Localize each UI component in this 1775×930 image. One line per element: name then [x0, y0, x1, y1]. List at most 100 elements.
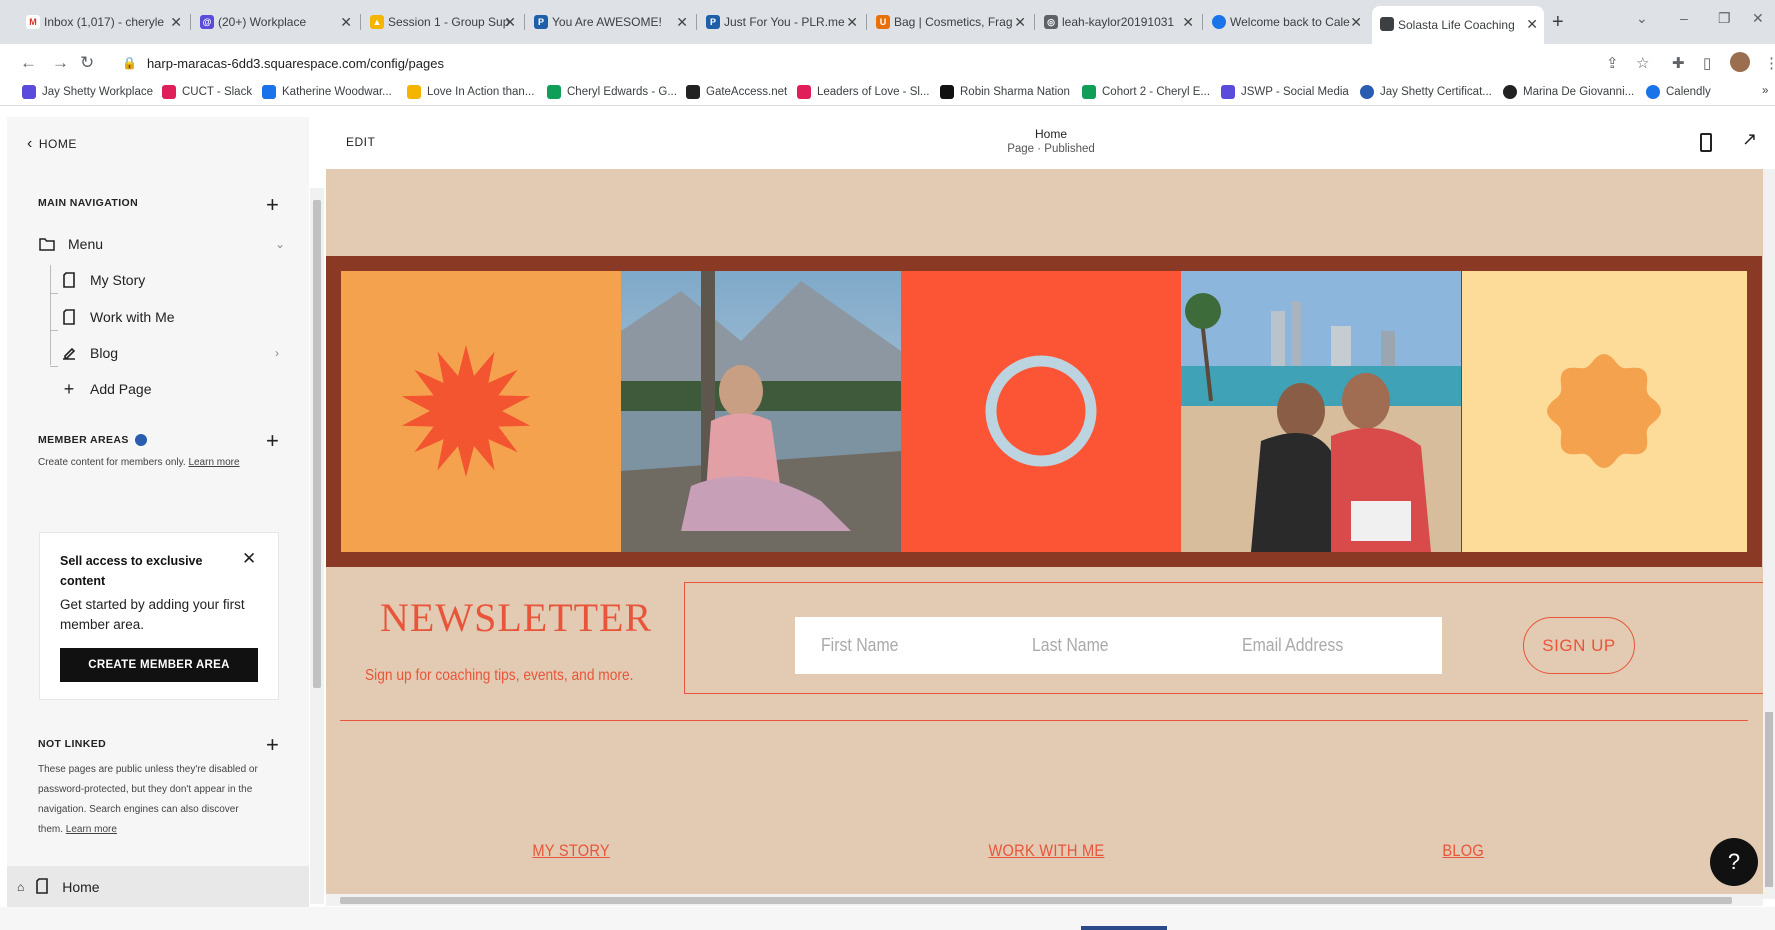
preview-vertical-scrollbar[interactable] — [1763, 169, 1775, 899]
bookmark[interactable]: Calendly — [1646, 85, 1711, 99]
bookmark-label: Cheryl Edwards - G... — [567, 86, 677, 98]
scroll-thumb[interactable] — [1765, 712, 1773, 887]
scroll-thumb[interactable] — [313, 200, 321, 688]
nav-folder-label: Menu — [68, 236, 104, 252]
home-back-link[interactable]: ‹ HOME — [27, 135, 77, 153]
tab-session[interactable]: ▲ Session 1 - Group Sup ✕ — [362, 8, 522, 36]
bookmark[interactable]: GateAccess.net — [686, 85, 787, 99]
browser-toolbar: ← → ↻ 🔒 harp-maracas-6dd3.squarespace.co… — [0, 44, 1775, 82]
member-upsell-card: Sell access to exclusive content ✕ Get s… — [39, 532, 279, 700]
back-icon[interactable]: ← — [20, 53, 37, 73]
bookmark[interactable]: JSWP - Social Media — [1221, 85, 1349, 99]
extensions-icon[interactable]: ✚ — [1672, 54, 1685, 72]
bookmark[interactable]: Marina De Giovanni... — [1503, 85, 1634, 99]
profile-avatar[interactable] — [1730, 52, 1750, 72]
member-areas-info-icon[interactable] — [134, 434, 147, 447]
reload-icon[interactable]: ↻ — [80, 53, 94, 73]
mobile-preview-icon[interactable] — [1700, 133, 1712, 152]
sign-up-button[interactable]: SIGN UP — [1523, 617, 1635, 674]
close-icon[interactable]: ✕ — [846, 14, 858, 31]
not-linked-line: These pages are public unless they're di… — [38, 764, 258, 775]
close-icon[interactable]: ✕ — [1350, 14, 1362, 31]
tab-leah[interactable]: ◎ leah-kaylor20191031 ✕ — [1036, 8, 1200, 36]
bookmark[interactable]: Katherine Woodwar... — [262, 85, 392, 99]
star-icon[interactable]: ☆ — [1636, 54, 1649, 72]
close-icon[interactable]: ✕ — [242, 549, 256, 569]
tab-calendly[interactable]: Welcome back to Cale ✕ — [1204, 8, 1368, 36]
bookmarks-overflow[interactable]: » — [1762, 85, 1768, 97]
new-tab-icon[interactable]: + — [1552, 11, 1564, 34]
tab-plr[interactable]: P Just For You - PLR.me ✕ — [698, 8, 864, 36]
close-icon[interactable]: ✕ — [1182, 14, 1194, 31]
bookmark[interactable]: Cohort 2 - Cheryl E... — [1082, 85, 1210, 99]
workplace-icon — [1221, 85, 1235, 99]
tab-solasta[interactable]: Solasta Life Coaching ✕ — [1372, 6, 1544, 44]
create-member-area-button[interactable]: CREATE MEMBER AREA — [60, 648, 258, 682]
close-icon[interactable]: ✕ — [170, 14, 182, 31]
nav-page-my-story[interactable]: My Story — [60, 271, 145, 289]
footer-link-blog[interactable]: BLOG — [1442, 841, 1484, 861]
close-icon[interactable]: ✕ — [340, 14, 352, 31]
chevron-down-icon[interactable]: ⌄ — [275, 237, 285, 251]
panel-scrollbar[interactable] — [310, 188, 324, 904]
learn-more-link[interactable]: Learn more — [66, 824, 117, 835]
add-member-area-icon[interactable]: + — [266, 430, 279, 452]
last-name-field[interactable]: Last Name — [1006, 617, 1232, 674]
newsletter-subtitle: Sign up for coaching tips, events, and m… — [365, 667, 634, 684]
bookmark[interactable]: Robin Sharma Nation — [940, 85, 1070, 99]
side-panel-icon[interactable]: ▯ — [1703, 54, 1711, 72]
bookmark[interactable]: Jay Shetty Workplace — [22, 85, 153, 99]
share-icon[interactable]: ⇪ — [1606, 54, 1619, 72]
browser-tab-strip: M Inbox (1,017) - cheryle ✕ @ (20+) Work… — [0, 0, 1775, 44]
preview-horizontal-scrollbar[interactable] — [326, 894, 1763, 906]
bookmark-label: Leaders of Love - Sl... — [817, 86, 930, 98]
home-icon: ⌂ — [17, 880, 25, 894]
nav-page-work-with-me[interactable]: Work with Me — [60, 308, 175, 326]
footer-link-work-with-me[interactable]: WORK WITH ME — [988, 841, 1104, 861]
member-areas-desc: Create content for members only. Learn m… — [38, 453, 240, 473]
tab-bag[interactable]: U Bag | Cosmetics, Frag ✕ — [868, 8, 1032, 36]
address-bar[interactable]: 🔒 harp-maracas-6dd3.squarespace.com/conf… — [122, 49, 1642, 77]
close-window-icon[interactable]: ✕ — [1752, 10, 1764, 27]
add-not-linked-icon[interactable]: + — [266, 734, 279, 756]
tab-search-icon[interactable]: ⌄ — [1636, 10, 1648, 27]
learn-more-link[interactable]: Learn more — [188, 457, 239, 468]
close-icon[interactable]: ✕ — [676, 14, 688, 31]
add-main-nav-icon[interactable]: + — [266, 194, 279, 216]
bookmark[interactable]: Cheryl Edwards - G... — [547, 85, 677, 99]
close-icon[interactable]: ✕ — [1526, 16, 1538, 33]
tab-workplace[interactable]: @ (20+) Workplace ✕ — [192, 8, 358, 36]
flower-icon — [1547, 354, 1661, 468]
forward-icon[interactable]: → — [52, 53, 69, 73]
first-name-placeholder: First Name — [821, 635, 899, 655]
open-external-icon[interactable]: ↗ — [1742, 129, 1757, 150]
tab-awesome[interactable]: P You Are AWESOME! ✕ — [526, 8, 694, 36]
image-band — [326, 256, 1762, 567]
nav-folder-menu[interactable]: Menu — [38, 235, 103, 253]
bookmark-label: Cohort 2 - Cheryl E... — [1102, 86, 1211, 98]
nav-page-blog[interactable]: Blog — [60, 344, 118, 362]
bookmark-label: Jay Shetty Workplace — [42, 86, 154, 98]
close-icon[interactable]: ✕ — [504, 14, 516, 31]
scroll-thumb[interactable] — [340, 897, 1732, 904]
bookmark[interactable]: CUCT - Slack — [162, 85, 252, 99]
edit-button[interactable]: EDIT — [346, 135, 375, 149]
divider — [340, 720, 1748, 721]
bookmark[interactable]: Jay Shetty Certificat... — [1360, 85, 1492, 99]
footer-link-my-story[interactable]: MY STORY — [532, 841, 610, 861]
chevron-left-icon: ‹ — [27, 135, 33, 152]
bookmark[interactable]: Leaders of Love - Sl... — [797, 85, 930, 99]
page-icon — [60, 271, 78, 289]
menu-kebab-icon[interactable]: ⋮ — [1764, 54, 1775, 72]
nav-page-home[interactable]: ⌂ Home — [7, 866, 309, 907]
first-name-field[interactable]: First Name — [795, 617, 1021, 674]
add-page-button[interactable]: + Add Page — [60, 379, 152, 399]
minimize-icon[interactable]: – — [1680, 10, 1688, 26]
email-field[interactable]: Email Address — [1216, 617, 1442, 674]
bookmark[interactable]: Love In Action than... — [407, 85, 534, 99]
chevron-right-icon[interactable]: › — [275, 346, 279, 360]
tab-gmail[interactable]: M Inbox (1,017) - cheryle ✕ — [18, 8, 188, 36]
close-icon[interactable]: ✕ — [1014, 14, 1026, 31]
restore-icon[interactable]: ❐ — [1718, 10, 1731, 27]
help-button[interactable]: ? — [1710, 838, 1758, 886]
